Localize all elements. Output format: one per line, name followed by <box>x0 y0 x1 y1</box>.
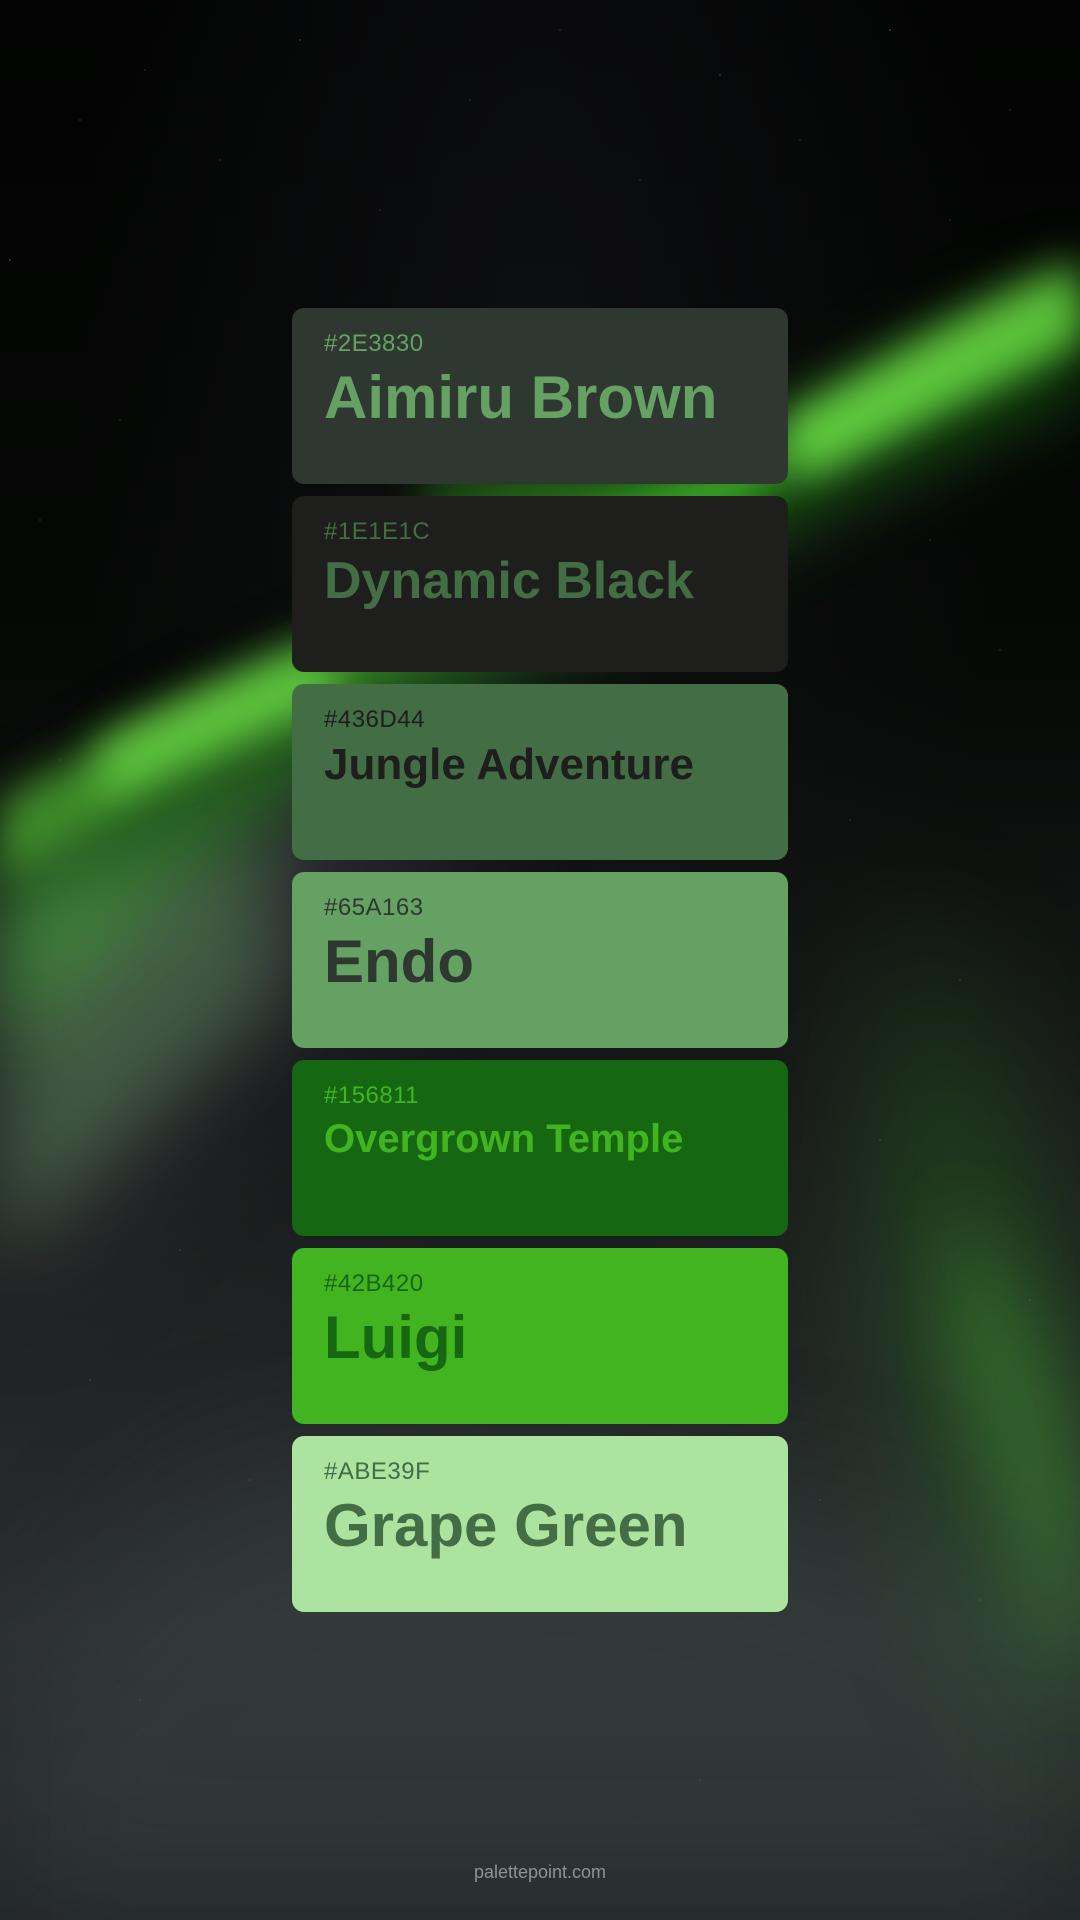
swatch-name: Aimiru Brown <box>324 364 718 431</box>
swatch-card: #436D44 Jungle Adventure <box>292 684 788 860</box>
swatch-card: #65A163 Endo <box>292 872 788 1048</box>
swatch-name: Dynamic Black <box>324 552 694 610</box>
swatch-name: Endo <box>324 928 474 995</box>
swatch-card: #ABE39F Grape Green <box>292 1436 788 1612</box>
swatch-card: #42B420 Luigi <box>292 1248 788 1424</box>
swatch-hex: #156811 <box>324 1082 420 1109</box>
swatch-list: #2E3830 Aimiru Brown #1E1E1C Dynamic Bla… <box>292 308 788 1612</box>
swatch-name: Overgrown Temple <box>324 1117 684 1161</box>
swatch-hex: #ABE39F <box>324 1458 431 1485</box>
swatch-name: Jungle Adventure <box>324 740 694 789</box>
swatch-hex: #436D44 <box>324 706 425 733</box>
palette-page: #2E3830 Aimiru Brown #1E1E1C Dynamic Bla… <box>0 0 1080 1920</box>
swatch-name: Luigi <box>324 1304 468 1371</box>
swatch-card: #156811 Overgrown Temple <box>292 1060 788 1236</box>
swatch-hex: #2E3830 <box>324 330 424 357</box>
swatch-hex: #42B420 <box>324 1270 424 1297</box>
swatch-name: Grape Green <box>324 1492 688 1559</box>
swatch-card: #1E1E1C Dynamic Black <box>292 496 788 672</box>
swatch-hex: #65A163 <box>324 894 424 921</box>
footer-site-link[interactable]: palettepoint.com <box>0 1862 1080 1883</box>
swatch-card: #2E3830 Aimiru Brown <box>292 308 788 484</box>
swatch-hex: #1E1E1C <box>324 518 431 545</box>
